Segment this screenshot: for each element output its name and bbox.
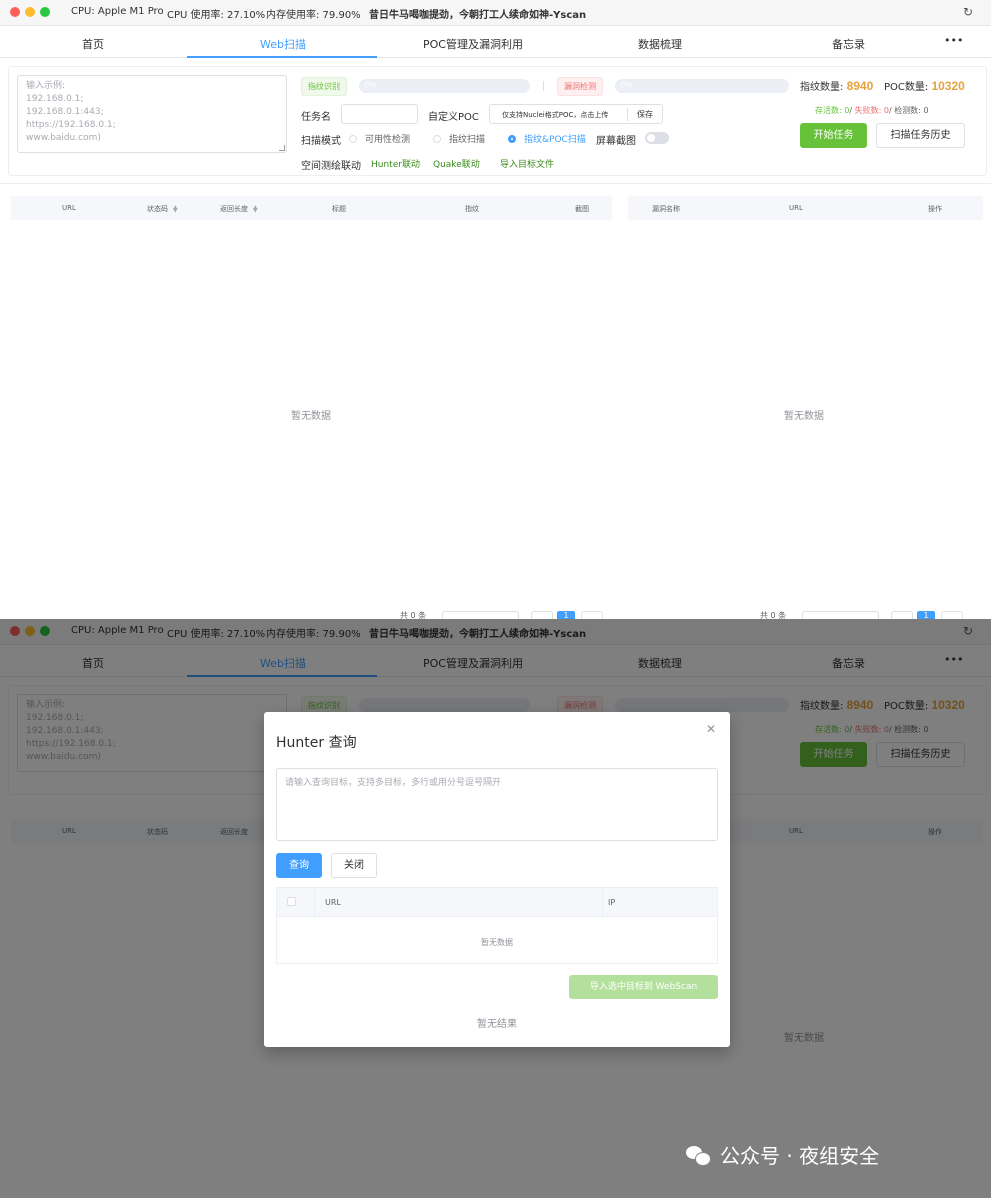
- maximize-window-button[interactable]: [40, 7, 50, 17]
- vuln-empty: 暂无数据: [784, 411, 824, 422]
- col-vuln-url[interactable]: URL: [789, 204, 803, 212]
- sort-icon: ▲ ▼: [173, 204, 178, 214]
- fingerprint-count: 指纹数量: 8940: [800, 79, 874, 93]
- cpu-usage: CPU 使用率: 27.10%: [167, 10, 266, 21]
- title-bar: CPU: Apple M1 Pro CPU 使用率: 27.10% 内存使用率:…: [0, 0, 991, 26]
- col-url[interactable]: URL: [62, 204, 76, 212]
- sort-icon: ▲ ▼: [253, 204, 258, 214]
- divider: [314, 888, 315, 917]
- select-all-checkbox[interactable]: [287, 897, 296, 906]
- screenshot-label: 屏幕截图: [596, 136, 636, 147]
- main-window: CPU: Apple M1 Pro CPU 使用率: 27.10% 内存使用率:…: [0, 0, 991, 619]
- scan-counters: 存活数: 0/ 失败数: 0/ 检测数: 0: [815, 106, 929, 115]
- screenshot-switch[interactable]: [645, 132, 669, 144]
- scan-config-panel: 输入示例: 192.168.0.1; 192.168.0.1:443; http…: [8, 66, 987, 176]
- space-mapping-label: 空间测绘联动: [301, 161, 361, 172]
- custom-poc-placeholder: 仅支持Nuclei格式POC，点击上传: [502, 111, 609, 119]
- col-vuln-name[interactable]: 漏洞名称: [652, 204, 680, 214]
- custom-poc-upload[interactable]: 仅支持Nuclei格式POC，点击上传 保存: [489, 104, 663, 124]
- total-count: 共 0 条: [760, 611, 787, 619]
- import-file-link[interactable]: 导入目标文件: [500, 157, 554, 170]
- close-window-button[interactable]: [10, 7, 20, 17]
- hunter-table-header: URL IP: [277, 888, 717, 917]
- page-size-select[interactable]: [442, 611, 519, 619]
- task-name-input[interactable]: [341, 104, 418, 124]
- divider: [0, 183, 991, 184]
- fingerprint-progress: 0%: [359, 79, 530, 93]
- minimize-window-button[interactable]: [25, 7, 35, 17]
- cpu-model: CPU: Apple M1 Pro: [71, 6, 164, 17]
- col-ip[interactable]: IP: [608, 898, 615, 907]
- save-button[interactable]: 保存: [637, 109, 653, 120]
- import-to-webscan-button[interactable]: 导入选中目标到 WebScan: [569, 975, 718, 999]
- radio-icon: [349, 135, 357, 143]
- total-count: 共 0 条: [400, 611, 427, 619]
- target-textarea[interactable]: 输入示例: 192.168.0.1; 192.168.0.1:443; http…: [17, 75, 287, 153]
- tab-data[interactable]: 数据梳理: [638, 36, 682, 52]
- next-page-button[interactable]: [941, 611, 963, 619]
- scan-mode-label: 扫描模式: [301, 136, 341, 147]
- wechat-icon: [686, 1146, 712, 1166]
- page-number[interactable]: 1: [557, 611, 575, 619]
- page-size-select[interactable]: [802, 611, 879, 619]
- col-fingerprint[interactable]: 指纹: [465, 204, 479, 214]
- active-tab-indicator: [187, 56, 377, 58]
- prev-page-button[interactable]: [891, 611, 913, 619]
- more-icon[interactable]: •••: [944, 34, 963, 47]
- radio-fp-poc[interactable]: 指纹&POC扫描: [508, 132, 586, 145]
- tab-poc[interactable]: POC管理及漏洞利用: [423, 36, 523, 52]
- vuln-progress: 0%: [615, 79, 789, 93]
- vuln-table-header: 漏洞名称 URL 操作: [628, 196, 983, 220]
- hunter-results-table: URL IP 暂无数据: [276, 887, 718, 964]
- no-result-text: 暂无结果: [477, 1019, 517, 1030]
- col-url[interactable]: URL: [325, 898, 341, 907]
- col-title[interactable]: 标题: [332, 204, 346, 214]
- radio-available[interactable]: 可用性检测: [349, 132, 410, 145]
- col-screenshot[interactable]: 截图: [575, 204, 589, 214]
- result-table-header: URL 状态码 ▲ ▼ 返回长度 ▲ ▼ 标题 指纹 截图: [11, 196, 612, 220]
- query-button[interactable]: 查询: [276, 853, 322, 878]
- hunter-empty: 暂无数据: [481, 938, 513, 947]
- vuln-tag: 漏洞检测: [557, 77, 603, 96]
- refresh-icon[interactable]: ↻: [963, 5, 973, 19]
- col-status[interactable]: 状态码 ▲ ▼: [147, 204, 178, 214]
- tab-web-scan[interactable]: Web扫描: [260, 36, 306, 52]
- page-number[interactable]: 1: [917, 611, 935, 619]
- divider: [543, 81, 544, 91]
- resize-grip-icon[interactable]: [279, 145, 285, 151]
- radio-selected-icon: [508, 135, 516, 143]
- scan-history-button[interactable]: 扫描任务历史: [876, 123, 965, 148]
- task-name-label: 任务名: [301, 112, 331, 123]
- close-icon[interactable]: ✕: [706, 722, 716, 736]
- top-nav: 首页 Web扫描 POC管理及漏洞利用 数据梳理 备忘录 •••: [0, 27, 991, 58]
- custom-poc-label: 自定义POC: [428, 112, 479, 123]
- hunter-query-dialog: Hunter 查询 ✕ 请输入查询目标，支持多目标，多行或用分号逗号隔开 查询 …: [264, 712, 730, 1047]
- fingerprint-tag: 指纹识别: [301, 77, 347, 96]
- tab-home[interactable]: 首页: [82, 36, 104, 52]
- memory-usage: 内存使用率: 79.90%: [266, 10, 361, 21]
- dialog-title: Hunter 查询: [276, 735, 357, 751]
- hunter-link[interactable]: Hunter联动: [371, 157, 420, 170]
- prev-page-button[interactable]: [531, 611, 553, 619]
- radio-icon: [433, 135, 441, 143]
- start-task-button[interactable]: 开始任务: [800, 123, 867, 148]
- next-page-button[interactable]: [581, 611, 603, 619]
- query-textarea[interactable]: 请输入查询目标，支持多目标，多行或用分号逗号隔开: [276, 768, 718, 841]
- result-empty: 暂无数据: [291, 411, 331, 422]
- tab-memo[interactable]: 备忘录: [832, 36, 865, 52]
- close-button[interactable]: 关闭: [331, 853, 377, 878]
- col-action[interactable]: 操作: [928, 204, 942, 214]
- quake-link[interactable]: Quake联动: [433, 157, 480, 170]
- window-title: 昔日牛马喝咖提劲，今朝打工人续命如神-Yscan: [369, 10, 587, 21]
- radio-fingerprint[interactable]: 指纹扫描: [433, 132, 485, 145]
- watermark: 公众号 · 夜组安全: [686, 1140, 879, 1169]
- main-window-dialog-state: CPU: Apple M1 Pro CPU 使用率: 27.10% 内存使用率:…: [0, 619, 991, 1198]
- divider: [602, 888, 603, 917]
- poc-count: POC数量: 10320: [884, 79, 965, 93]
- col-length[interactable]: 返回长度 ▲ ▼: [220, 204, 258, 214]
- divider: [627, 108, 628, 121]
